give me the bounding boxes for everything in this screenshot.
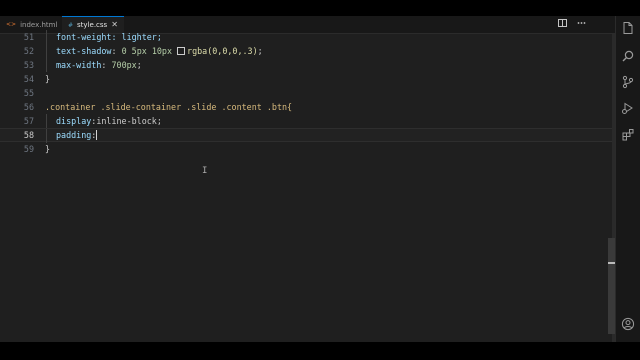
split-editor-icon[interactable] [558, 19, 567, 29]
code-line: 51 font-weight: lighter; [0, 30, 615, 44]
line-number: 56 [23, 102, 34, 112]
line-text: display:inline-block; [56, 116, 162, 126]
line-number: 58 [23, 130, 34, 140]
tab-label: index.html [20, 20, 58, 29]
code-line: 57 display:inline-block; [0, 114, 615, 128]
scrollbar-cursor-marker [608, 262, 615, 264]
vertical-scrollbar[interactable] [608, 238, 615, 334]
line-text: text-shadow: 0 5px 10px rgba(0,0,0,.3); [56, 46, 263, 56]
editor-actions [558, 19, 586, 29]
indent-guide [46, 44, 47, 58]
close-tab-icon[interactable]: ✕ [111, 20, 118, 29]
editor-window: <> index.html # style.css ✕ 51 font-weig… [0, 16, 640, 342]
line-number: 57 [23, 116, 34, 126]
line-number: 55 [23, 88, 34, 98]
line-text: .container .slide-container .slide .cont… [45, 102, 293, 112]
line-number: 54 [23, 74, 34, 84]
search-icon[interactable] [621, 48, 635, 62]
line-number: 52 [23, 46, 34, 56]
code-line: 55 [0, 86, 615, 100]
line-number: 59 [23, 144, 34, 154]
indent-guide [46, 114, 47, 128]
files-icon[interactable] [621, 20, 635, 34]
mouse-ibeam-icon: I [202, 166, 208, 176]
line-text: padding: [56, 129, 98, 141]
color-swatch-icon[interactable] [177, 47, 186, 55]
line-number: 51 [23, 32, 34, 42]
code-line: 54 } [0, 72, 615, 86]
text-cursor [96, 130, 98, 141]
screen: <> index.html # style.css ✕ 51 font-weig… [0, 0, 640, 360]
code-line: 52 text-shadow: 0 5px 10px rgba(0,0,0,.3… [0, 44, 615, 58]
indent-guide [46, 30, 47, 44]
account-icon[interactable] [621, 316, 635, 331]
code-line: 59 } [0, 142, 615, 156]
line-number: 53 [23, 60, 34, 70]
line-text: } [45, 144, 51, 154]
source-control-icon[interactable] [621, 74, 635, 89]
more-actions-icon[interactable] [577, 19, 586, 29]
code-line: 53 max-width: 700px; [0, 58, 615, 72]
line-text: font-weight: lighter; [56, 32, 162, 42]
extensions-icon[interactable] [621, 127, 635, 141]
code-editor[interactable]: 51 font-weight: lighter; 52 text-shadow:… [0, 30, 615, 342]
css-file-icon: # [68, 21, 74, 29]
tab-label: style.css [77, 21, 108, 29]
activity-bar [615, 16, 640, 342]
line-text: max-width: 700px; [56, 60, 142, 70]
code-line: 56 .container .slide-container .slide .c… [0, 100, 615, 114]
run-debug-icon[interactable] [621, 100, 635, 114]
html-file-icon: <> [6, 21, 17, 28]
line-text: } [45, 74, 51, 84]
code-line-current: 58 padding: [0, 128, 615, 143]
indent-guide [46, 58, 47, 72]
indent-guide [46, 129, 47, 143]
